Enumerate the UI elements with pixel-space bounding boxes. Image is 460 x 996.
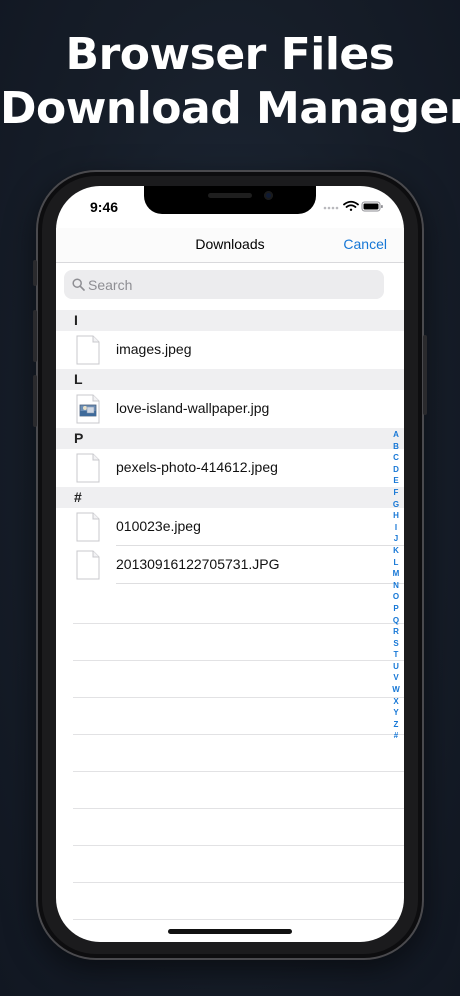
file-name: 010023e.jpeg	[116, 518, 201, 534]
index-letter[interactable]: R	[390, 626, 402, 638]
list-item[interactable]: 010023e.jpeg	[56, 508, 404, 546]
index-letter[interactable]: K	[390, 545, 402, 557]
list-item[interactable]: images.jpeg	[56, 331, 404, 369]
notch	[144, 186, 316, 214]
wifi-icon	[343, 200, 359, 211]
index-letter[interactable]: S	[390, 638, 402, 650]
blank-document-icon	[76, 550, 100, 580]
phone-screen: 9:46 Downloads Cancel I	[56, 186, 404, 942]
index-letter[interactable]: A	[390, 429, 402, 441]
index-letter[interactable]: U	[390, 661, 402, 673]
cancel-button[interactable]: Cancel	[343, 236, 387, 252]
index-letter[interactable]: Z	[390, 719, 402, 731]
headline-line-2: Download Manager	[0, 83, 460, 134]
index-letter[interactable]: C	[390, 452, 402, 464]
index-letter[interactable]: Q	[390, 615, 402, 627]
list-item[interactable]: pexels-photo-414612.jpeg	[56, 449, 404, 487]
index-letter[interactable]: D	[390, 464, 402, 476]
file-name: pexels-photo-414612.jpeg	[116, 459, 278, 475]
status-icons	[323, 200, 383, 212]
mute-switch	[33, 260, 37, 286]
status-time: 9:46	[90, 199, 119, 215]
section-index[interactable]: A B C D E F G H I J K L M N O P Q R S T U V W X Y Z #	[390, 429, 402, 742]
row-divider	[73, 697, 404, 698]
speaker-grille	[208, 193, 252, 198]
list-item[interactable]: 20130916122705731.JPG	[56, 546, 404, 584]
battery-icon	[361, 201, 383, 212]
index-letter[interactable]: E	[390, 475, 402, 487]
list-item[interactable]: love-island-wallpaper.jpg	[56, 390, 404, 428]
power-button	[423, 335, 427, 415]
search-bar[interactable]	[64, 270, 384, 299]
index-letter[interactable]: M	[390, 568, 402, 580]
row-divider	[73, 808, 404, 809]
headline-line-1: Browser Files	[65, 29, 395, 80]
search-icon	[72, 278, 85, 291]
file-name: images.jpeg	[116, 341, 192, 357]
image-document-icon	[76, 394, 100, 424]
index-letter[interactable]: L	[390, 557, 402, 569]
search-input[interactable]	[88, 270, 378, 299]
index-letter[interactable]: J	[390, 533, 402, 545]
index-letter[interactable]: Y	[390, 707, 402, 719]
blank-document-icon	[76, 453, 100, 483]
index-letter[interactable]: O	[390, 591, 402, 603]
index-letter[interactable]: N	[390, 580, 402, 592]
section-header: #	[56, 487, 404, 508]
home-indicator[interactable]	[168, 929, 292, 934]
promo-headline: Browser Files Download Manager	[0, 28, 460, 136]
index-letter[interactable]: H	[390, 510, 402, 522]
navigation-bar: Downloads Cancel	[56, 228, 404, 263]
index-letter[interactable]: V	[390, 672, 402, 684]
index-letter[interactable]: G	[390, 499, 402, 511]
row-divider	[73, 771, 404, 772]
blank-document-icon	[76, 512, 100, 542]
row-divider	[116, 583, 404, 584]
front-camera	[264, 191, 273, 200]
index-letter[interactable]: W	[390, 684, 402, 696]
blank-document-icon	[76, 335, 100, 365]
index-letter[interactable]: B	[390, 441, 402, 453]
row-divider	[73, 623, 404, 624]
index-letter[interactable]: F	[390, 487, 402, 499]
row-divider	[73, 845, 404, 846]
section-header: P	[56, 428, 404, 449]
index-letter[interactable]: #	[390, 730, 402, 742]
row-divider	[73, 919, 404, 920]
index-letter[interactable]: X	[390, 696, 402, 708]
index-letter[interactable]: I	[390, 522, 402, 534]
index-letter[interactable]: T	[390, 649, 402, 661]
signal-icon	[323, 206, 339, 210]
volume-up-button	[33, 310, 37, 362]
file-name: love-island-wallpaper.jpg	[116, 400, 270, 416]
row-divider	[73, 660, 404, 661]
volume-down-button	[33, 375, 37, 427]
section-header: I	[56, 310, 404, 331]
row-divider	[73, 882, 404, 883]
row-divider	[73, 734, 404, 735]
downloads-list: I images.jpeg L love-island-wallpaper.jp…	[56, 310, 404, 584]
section-header: L	[56, 369, 404, 390]
file-name: 20130916122705731.JPG	[116, 556, 280, 572]
index-letter[interactable]: P	[390, 603, 402, 615]
